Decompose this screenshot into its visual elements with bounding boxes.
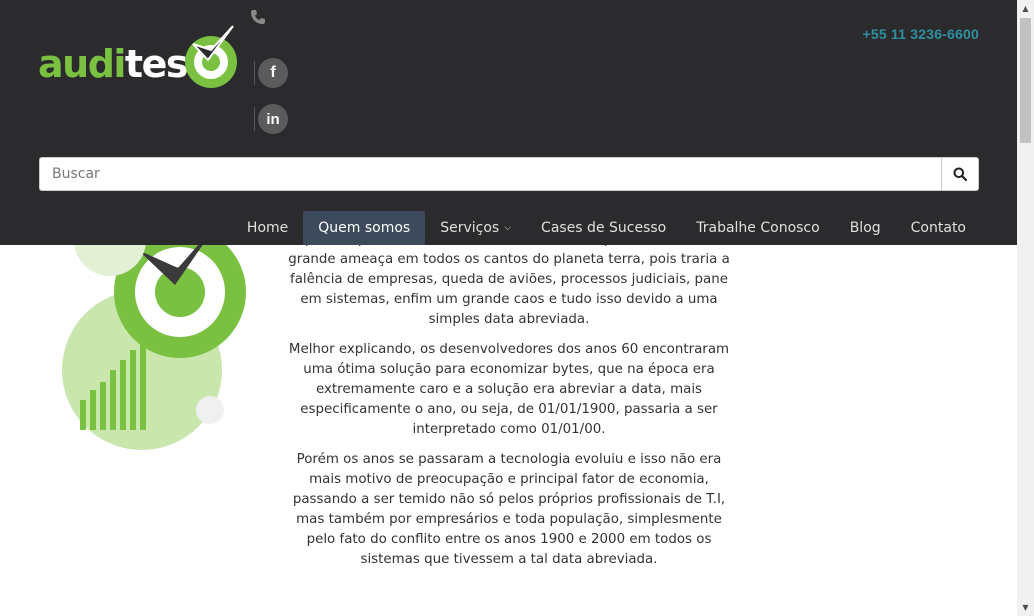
nav-item-blog[interactable]: Blog xyxy=(835,211,896,245)
divider xyxy=(254,61,255,85)
facebook-icon[interactable]: f xyxy=(258,58,288,88)
site-header: auditeste f in +55 11 3236-6600 Home Que… xyxy=(0,0,1017,245)
nav-item-servicos[interactable]: Serviços ⌵ xyxy=(425,211,526,245)
article-paragraph: pânico, pois a entrada deste novo milêni… xyxy=(288,232,730,327)
article-paragraph: Melhor explicando, os desenvolvedores do… xyxy=(288,342,730,437)
auditeste-logo[interactable]: auditeste xyxy=(38,24,243,94)
scrollbar-thumb[interactable] xyxy=(1020,18,1031,143)
search-button[interactable] xyxy=(941,157,979,191)
nav-item-cases-de-sucesso[interactable]: Cases de Sucesso xyxy=(526,211,681,245)
vertical-scrollbar[interactable]: ▲ ▼ xyxy=(1017,0,1034,616)
divider xyxy=(254,107,255,131)
nav-item-trabalhe-conosco[interactable]: Trabalhe Conosco xyxy=(681,211,834,245)
article-body: pânico, pois a entrada deste novo milêni… xyxy=(288,230,730,580)
chevron-down-icon: ⌵ xyxy=(504,223,512,233)
article-paragraph: Porém os anos se passaram a tecnologia e… xyxy=(292,452,726,567)
search-icon xyxy=(953,167,967,181)
nav-item-quem-somos[interactable]: Quem somos xyxy=(303,211,426,245)
nav-item-contato[interactable]: Contato xyxy=(896,211,981,245)
search-input[interactable] xyxy=(39,157,941,191)
main-nav: Home Quem somos Serviços ⌵ Cases de Suces… xyxy=(232,211,981,245)
scroll-down-arrow-icon[interactable]: ▼ xyxy=(1017,599,1034,616)
phone-number[interactable]: +55 11 3236-6600 xyxy=(863,26,979,42)
phone-icon xyxy=(250,9,268,27)
linkedin-icon[interactable]: in xyxy=(258,104,288,134)
nav-item-home[interactable]: Home xyxy=(232,211,303,245)
logo-target-check-icon xyxy=(185,25,237,88)
search-bar xyxy=(39,157,979,191)
scroll-up-arrow-icon[interactable]: ▲ xyxy=(1017,0,1034,17)
